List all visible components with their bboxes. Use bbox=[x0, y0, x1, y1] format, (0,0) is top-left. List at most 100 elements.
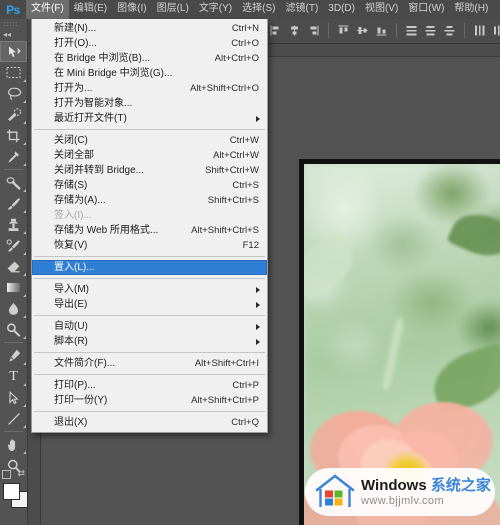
menu-item-label: 打开(O)... bbox=[54, 38, 97, 49]
tool-pen[interactable] bbox=[0, 345, 27, 366]
flyout-triangle-icon bbox=[22, 382, 26, 386]
menu-item[interactable]: 退出(X) Ctrl+Q bbox=[32, 415, 267, 430]
photoshop-window: 051015202530 bbox=[0, 0, 500, 525]
tool-path-selection[interactable] bbox=[0, 387, 27, 408]
menu-item-label: 最近打开文件(T) bbox=[54, 113, 127, 124]
menu-item[interactable]: 导出(E) bbox=[32, 297, 267, 312]
menu-item-shortcut: Shift+Ctrl+S bbox=[207, 195, 259, 206]
menubar-item-window[interactable]: 窗口(W) bbox=[403, 0, 449, 19]
default-colors-icon[interactable] bbox=[2, 470, 11, 479]
menubar-item-help[interactable]: 帮助(H) bbox=[449, 0, 493, 19]
menu-item-label: 在 Bridge 中浏览(B)... bbox=[54, 53, 151, 64]
tools-divider-2 bbox=[4, 342, 23, 343]
menu-item[interactable]: 关闭并转到 Bridge... Shift+Ctrl+W bbox=[32, 163, 267, 178]
distribute-left-edges-icon[interactable] bbox=[472, 22, 487, 38]
watermark-url: www.bjjmlv.com bbox=[361, 494, 445, 507]
menu-item[interactable]: 置入(L)... bbox=[32, 260, 267, 275]
menu-item[interactable]: 关闭(C) Ctrl+W bbox=[32, 133, 267, 148]
align-vertical-centers-icon[interactable] bbox=[355, 22, 370, 38]
tool-line-shape[interactable] bbox=[0, 408, 27, 429]
tools-panel-collapse-button[interactable]: ◂◂ bbox=[0, 28, 27, 41]
menubar-item-layer[interactable]: 图层(L) bbox=[152, 0, 194, 19]
color-swatches[interactable]: ⇄ bbox=[0, 468, 28, 509]
menubar-item-edit[interactable]: 编辑(E) bbox=[69, 0, 112, 19]
menu-item-shortcut: Ctrl+W bbox=[229, 135, 259, 146]
options-separator-3 bbox=[464, 22, 465, 38]
options-separator-1 bbox=[328, 22, 329, 38]
swap-colors-icon[interactable]: ⇄ bbox=[17, 468, 25, 479]
align-horizontal-centers-icon[interactable] bbox=[287, 22, 302, 38]
distribute-horizontal-centers-icon[interactable] bbox=[491, 22, 500, 38]
tool-crop[interactable] bbox=[0, 125, 27, 146]
tool-eyedropper[interactable] bbox=[0, 146, 27, 167]
menu-item[interactable]: 存储(S) Ctrl+S bbox=[32, 178, 267, 193]
menu-item-shortcut: Ctrl+O bbox=[231, 38, 259, 49]
menu-item[interactable]: 文件简介(F)... Alt+Shift+Ctrl+I bbox=[32, 356, 267, 371]
menu-item[interactable]: 存储为(A)... Shift+Ctrl+S bbox=[32, 193, 267, 208]
menu-item[interactable]: 最近打开文件(T) bbox=[32, 111, 267, 126]
menu-item[interactable]: 打印(P)... Ctrl+P bbox=[32, 378, 267, 393]
align-bottom-edges-icon[interactable] bbox=[374, 22, 389, 38]
submenu-arrow-icon bbox=[256, 286, 260, 293]
menu-item[interactable]: 存储为 Web 所用格式... Alt+Shift+Ctrl+S bbox=[32, 223, 267, 238]
menu-item-label: 恢复(V) bbox=[54, 240, 88, 251]
collapse-arrows-icon: ◂◂ bbox=[3, 30, 12, 39]
distribute-bottom-edges-icon[interactable] bbox=[442, 22, 457, 38]
tool-blur[interactable] bbox=[0, 298, 27, 319]
tool-hand[interactable] bbox=[0, 434, 27, 455]
menu-item[interactable]: 在 Bridge 中浏览(B)... Alt+Ctrl+O bbox=[32, 51, 267, 66]
menubar-item-type[interactable]: 文字(Y) bbox=[194, 0, 237, 19]
menu-item-label: 自动(U) bbox=[54, 321, 88, 332]
menu-item[interactable]: 打开为智能对象... bbox=[32, 96, 267, 111]
tool-move[interactable] bbox=[0, 41, 27, 62]
tool-quick-selection[interactable] bbox=[0, 104, 27, 125]
tool-type[interactable]: T bbox=[0, 366, 27, 387]
menubar-item-view[interactable]: 视图(V) bbox=[360, 0, 403, 19]
eraser-icon bbox=[7, 261, 20, 272]
watermark-brand-cn: 系统之家 bbox=[430, 476, 491, 494]
menu-item-label: 关闭全部 bbox=[54, 150, 94, 161]
menu-item[interactable]: 导入(M) bbox=[32, 282, 267, 297]
menu-item-label: 关闭并转到 Bridge... bbox=[54, 165, 145, 176]
menubar-item-filter[interactable]: 滤镜(T) bbox=[281, 0, 324, 19]
history-brush-icon bbox=[6, 238, 20, 251]
menu-item[interactable]: 打开(O)... Ctrl+O bbox=[32, 36, 267, 51]
clone-stamp-icon bbox=[8, 218, 19, 231]
menu-item-label: 导入(M) bbox=[54, 284, 89, 295]
watermark-badge: Windows 系统之家 www.bjjmlv.com bbox=[305, 468, 495, 516]
menu-item[interactable]: 打开为... Alt+Shift+Ctrl+O bbox=[32, 81, 267, 96]
align-top-edges-icon[interactable] bbox=[336, 22, 351, 38]
tool-clone-stamp[interactable] bbox=[0, 214, 27, 235]
foreground-color-swatch[interactable] bbox=[3, 483, 20, 500]
menu-item[interactable]: 在 Mini Bridge 中浏览(G)... bbox=[32, 66, 267, 81]
menu-item-shortcut: Shift+Ctrl+W bbox=[205, 165, 259, 176]
menu-item-shortcut: Alt+Ctrl+O bbox=[214, 53, 259, 64]
lasso-icon bbox=[7, 87, 21, 100]
tool-eraser[interactable] bbox=[0, 256, 27, 277]
menu-item[interactable]: 脚本(R) bbox=[32, 334, 267, 349]
tool-history-brush[interactable] bbox=[0, 235, 27, 256]
align-left-edges-icon[interactable] bbox=[268, 22, 283, 38]
tools-panel-drag-handle[interactable] bbox=[0, 19, 27, 28]
menubar-item-file[interactable]: 文件(F) bbox=[26, 0, 69, 19]
menu-item[interactable]: 恢复(V) F12 bbox=[32, 238, 267, 253]
tool-gradient[interactable] bbox=[0, 277, 27, 298]
menubar-item-select[interactable]: 选择(S) bbox=[237, 0, 280, 19]
submenu-arrow-icon bbox=[256, 115, 260, 122]
tool-marquee[interactable] bbox=[0, 62, 27, 83]
menu-item[interactable]: 关闭全部 Alt+Ctrl+W bbox=[32, 148, 267, 163]
menubar-item-image[interactable]: 图像(I) bbox=[112, 0, 151, 19]
menu-item-shortcut: Alt+Ctrl+W bbox=[213, 150, 259, 161]
align-right-edges-icon[interactable] bbox=[306, 22, 321, 38]
tool-dodge[interactable] bbox=[0, 319, 27, 340]
distribute-vertical-centers-icon[interactable] bbox=[423, 22, 438, 38]
tool-brush[interactable] bbox=[0, 193, 27, 214]
distribute-top-edges-icon[interactable] bbox=[404, 22, 419, 38]
menu-item-shortcut: Ctrl+S bbox=[232, 180, 259, 191]
menu-item[interactable]: 打印一份(Y) Alt+Shift+Ctrl+P bbox=[32, 393, 267, 408]
menubar-item-3d[interactable]: 3D(D) bbox=[323, 0, 360, 19]
menu-item[interactable]: 自动(U) bbox=[32, 319, 267, 334]
tool-lasso[interactable] bbox=[0, 83, 27, 104]
tool-spot-healing[interactable] bbox=[0, 172, 27, 193]
menu-item[interactable]: 新建(N)... Ctrl+N bbox=[32, 21, 267, 36]
